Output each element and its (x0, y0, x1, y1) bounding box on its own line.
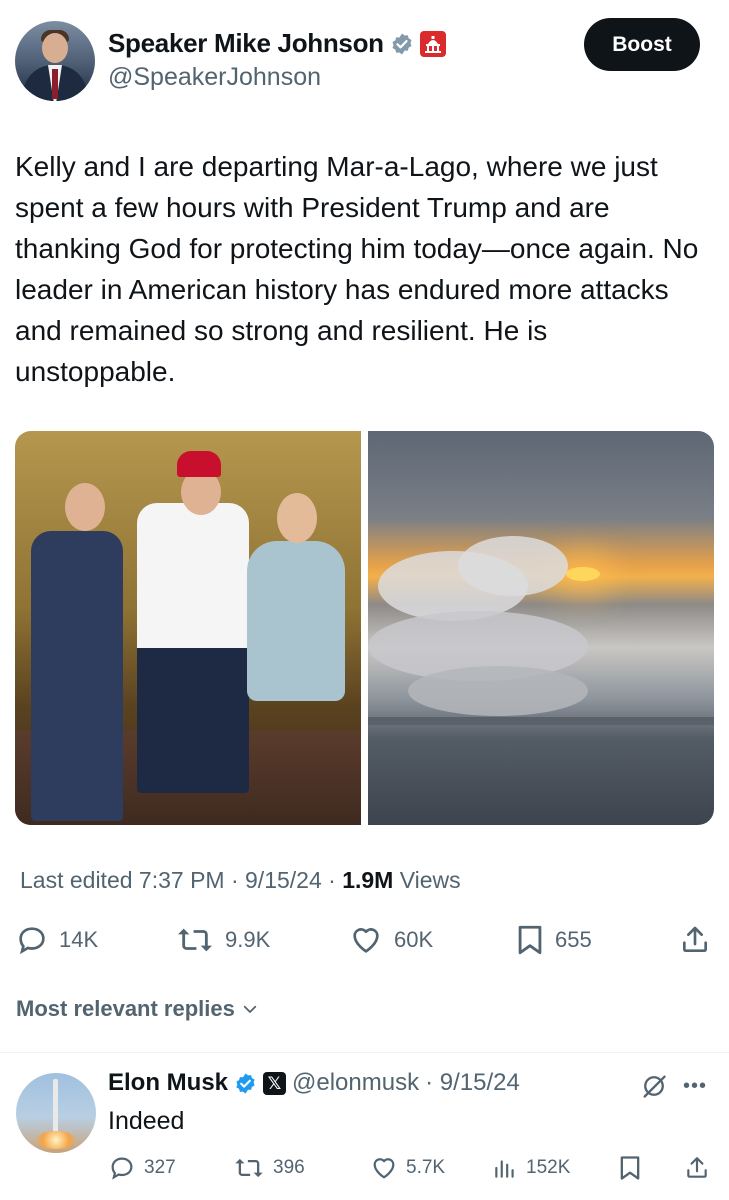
heart-icon (353, 928, 379, 953)
bookmark-button[interactable]: 655 (515, 918, 592, 962)
chevron-down-icon (243, 1005, 257, 1013)
reply-reply-count: 327 (144, 1157, 176, 1178)
reply-like-count: 5.7K (406, 1157, 446, 1178)
reply-views-count: 152K (526, 1157, 571, 1178)
reply-icon (19, 927, 45, 955)
avatar-face (42, 33, 68, 63)
reply-header: Elon Musk 𝕏 @elonmusk · 9/15/24 (108, 1069, 520, 1097)
reply-repost-count: 396 (273, 1157, 305, 1178)
figure-man-suit (31, 531, 123, 821)
repost-icon (235, 1158, 263, 1178)
photo-sunset-aerial[interactable] (368, 431, 714, 825)
reply-author-avatar[interactable] (16, 1073, 96, 1153)
capitol-affiliation-icon[interactable] (419, 30, 446, 57)
bookmark-icon (620, 1156, 640, 1180)
bookmark-icon (518, 925, 542, 955)
like-count: 60K (394, 927, 434, 952)
photo-group-portrait[interactable] (15, 431, 361, 825)
like-button[interactable]: 60K (348, 918, 433, 962)
reply-actions: 327 396 5.7K 152K (108, 1151, 718, 1185)
reply-author-handle[interactable]: @elonmusk (292, 1069, 419, 1097)
post-text: Kelly and I are departing Mar-a-Lago, wh… (15, 151, 707, 387)
coastline (368, 717, 714, 725)
edited-timestamp[interactable]: Last edited 7:37 PM · 9/15/24 · (20, 867, 336, 893)
cloud (458, 536, 568, 596)
share-icon (683, 926, 707, 952)
reply-share-button[interactable] (684, 1151, 710, 1185)
grok-icon[interactable] (640, 1072, 668, 1100)
replies-sort-label: Most relevant replies (16, 996, 235, 1021)
reply-author-name[interactable]: Elon Musk (108, 1069, 228, 1097)
repost-count: 9.9K (225, 927, 271, 952)
red-hat (177, 451, 221, 477)
avatar-tie (52, 69, 58, 99)
reply-reply-button[interactable]: 327 (108, 1151, 176, 1185)
repost-icon (178, 928, 212, 952)
author-avatar[interactable] (15, 21, 95, 101)
cloud (408, 666, 588, 716)
boost-button[interactable]: Boost (584, 18, 700, 71)
heart-icon (373, 1158, 395, 1179)
share-button[interactable] (679, 918, 711, 962)
post-actions: 14K 9.9K 60K 655 (15, 918, 715, 962)
figure-man-suit-head (65, 483, 105, 531)
reply-text: Indeed (108, 1107, 185, 1135)
verified-gray-badge-icon[interactable] (390, 32, 414, 56)
bookmark-count: 655 (555, 927, 592, 952)
author-name[interactable]: Speaker Mike Johnson (108, 28, 384, 59)
replies-sort-dropdown[interactable]: Most relevant replies (16, 996, 259, 1022)
verified-blue-badge-icon[interactable] (234, 1072, 257, 1095)
figure-man-polo (137, 503, 249, 793)
views-count: 1.9M (342, 867, 394, 893)
reply-like-button[interactable]: 5.7K (370, 1151, 445, 1185)
reply-views-button[interactable]: 152K (492, 1151, 570, 1185)
repost-button[interactable]: 9.9K (175, 918, 270, 962)
reply-repost-button[interactable]: 396 (233, 1151, 305, 1185)
avatar-rocket-flame (36, 1131, 76, 1149)
reply-date[interactable]: · 9/15/24 (425, 1069, 520, 1097)
reply-icon (111, 1157, 133, 1180)
views-chart-icon (495, 1160, 514, 1178)
x-affiliation-icon[interactable]: 𝕏 (263, 1071, 287, 1095)
figure-woman-head (277, 493, 317, 543)
reply-button[interactable]: 14K (15, 918, 98, 962)
reply-bookmark-button[interactable] (618, 1151, 642, 1185)
post-meta: Last edited 7:37 PM · 9/15/24 · 1.9M Vie… (20, 867, 461, 894)
author-name-row[interactable]: Speaker Mike Johnson (108, 28, 446, 59)
section-divider (0, 1052, 729, 1053)
figure-woman-dress (247, 541, 345, 701)
share-icon (687, 1157, 707, 1178)
views-label: Views (399, 867, 461, 893)
author-handle[interactable]: @SpeakerJohnson (108, 63, 321, 92)
reply-count: 14K (59, 927, 99, 952)
sun (566, 567, 600, 581)
more-options-icon[interactable]: ••• (683, 1075, 707, 1098)
